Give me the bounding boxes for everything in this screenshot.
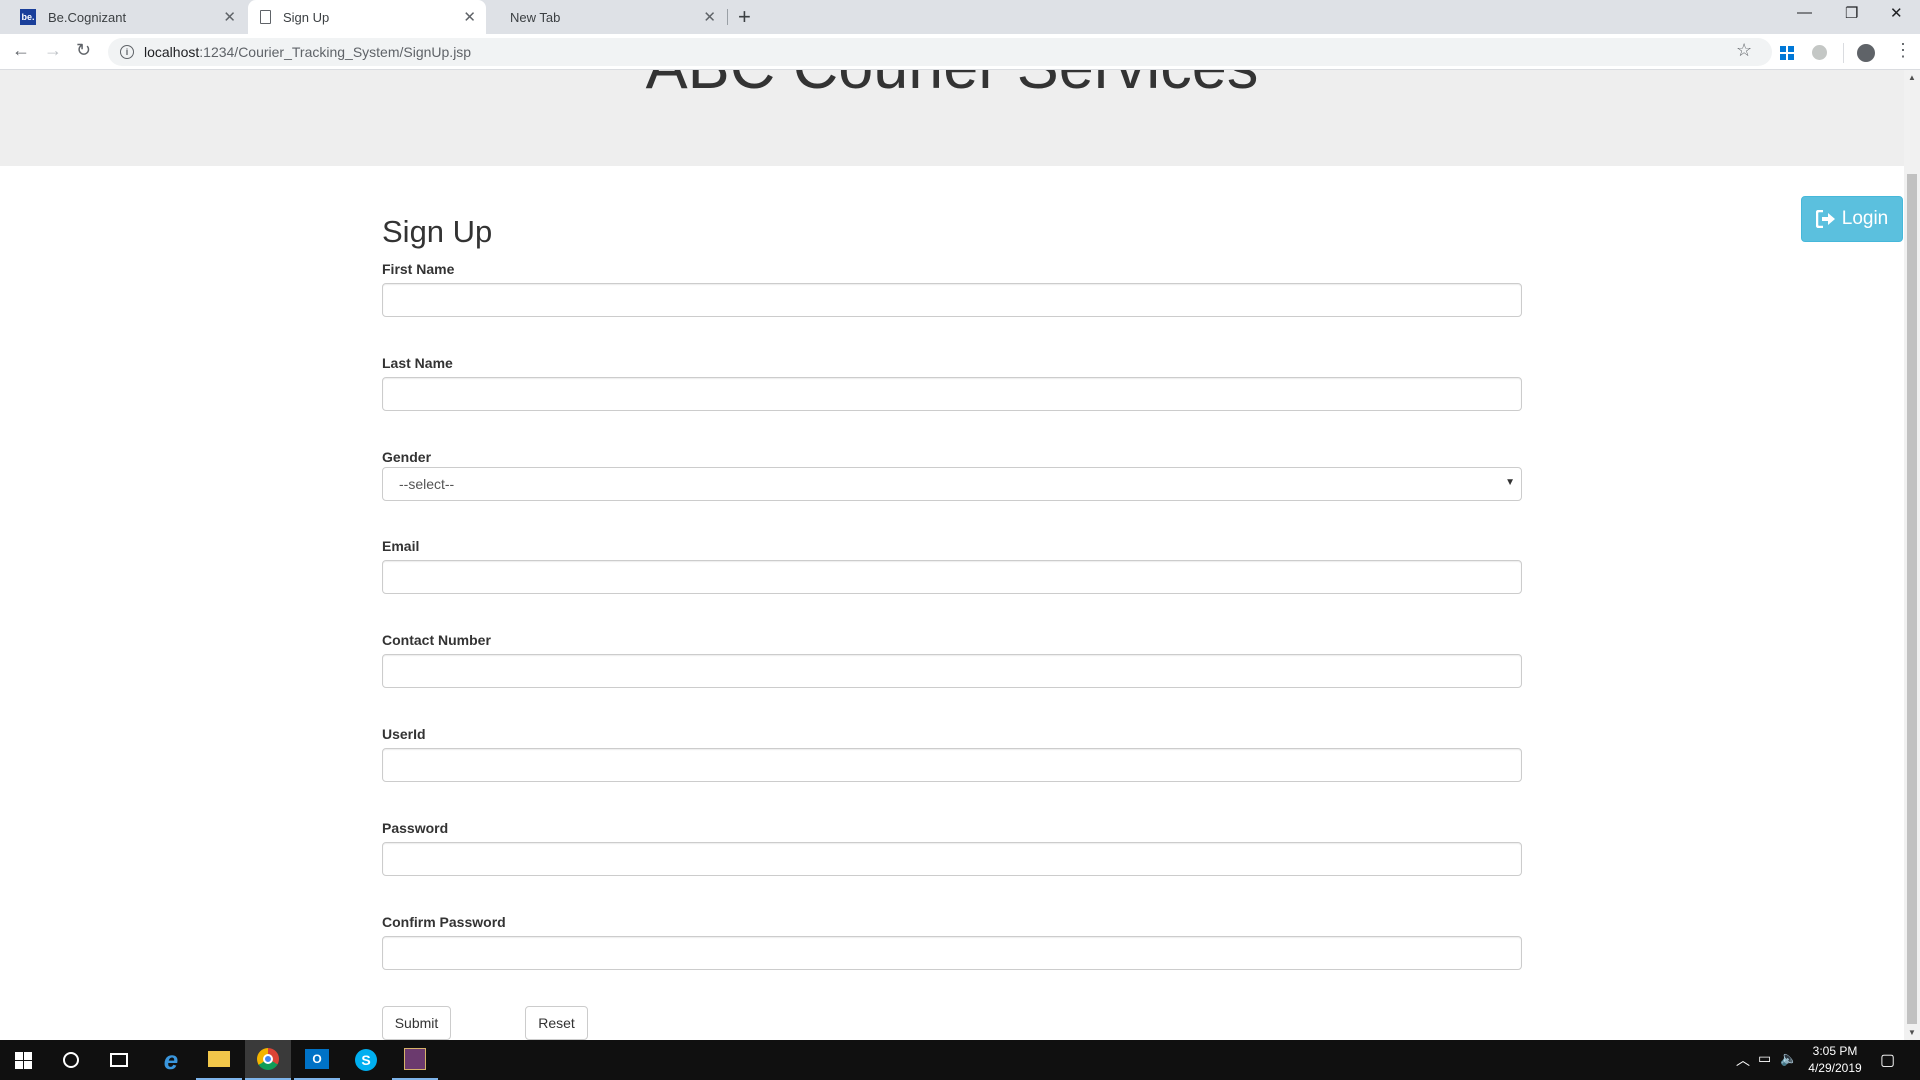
- tab-title: Be.Cognizant: [48, 9, 127, 25]
- task-view-icon[interactable]: [96, 1040, 142, 1080]
- new-tab-plus-icon[interactable]: +: [738, 4, 751, 30]
- tab-new-tab[interactable]: New Tab ✕: [488, 0, 726, 34]
- clock-date: 4/29/2019: [1808, 1061, 1862, 1075]
- sign-in-icon: [1815, 210, 1835, 228]
- skype-icon[interactable]: S: [343, 1040, 389, 1080]
- file-explorer-icon[interactable]: [196, 1040, 242, 1080]
- reload-icon[interactable]: ↻: [76, 40, 91, 61]
- last-name-field[interactable]: [382, 377, 1522, 411]
- cortana-search-icon[interactable]: [48, 1040, 94, 1080]
- reset-button[interactable]: Reset: [525, 1006, 588, 1040]
- submit-button[interactable]: Submit: [382, 1006, 451, 1040]
- edge-browser-icon[interactable]: e: [148, 1040, 194, 1080]
- site-title: ABC Courier Services: [0, 70, 1904, 99]
- page-title: Sign Up: [382, 214, 493, 249]
- toolbar-divider: [1843, 43, 1844, 63]
- userid-label: UserId: [382, 726, 426, 742]
- email-label: Email: [382, 538, 420, 554]
- login-label: Login: [1841, 208, 1889, 229]
- login-button[interactable]: Login: [1801, 196, 1903, 242]
- minimize-icon[interactable]: —: [1797, 4, 1812, 21]
- outlook-icon[interactable]: O: [294, 1040, 340, 1080]
- tab-be-cognizant[interactable]: be. Be.Cognizant ✕: [0, 0, 246, 34]
- password-label: Password: [382, 820, 449, 836]
- tab-title: New Tab: [510, 9, 561, 25]
- close-tab-icon[interactable]: ✕: [223, 8, 236, 26]
- page-scrollbar[interactable]: ▲ ▼: [1904, 70, 1920, 1040]
- restore-icon[interactable]: ❐: [1845, 4, 1858, 22]
- tab-title: Sign Up: [283, 9, 330, 25]
- be-cognizant-favicon-icon: be.: [20, 9, 36, 25]
- show-hidden-icons-chevron-icon[interactable]: ︿: [1736, 1050, 1750, 1070]
- tab-divider: [727, 9, 728, 25]
- close-tab-icon[interactable]: ✕: [703, 8, 716, 26]
- confirm-password-label: Confirm Password: [382, 914, 506, 930]
- url-host: localhost: [144, 44, 200, 60]
- page-viewport: ABC Courier Services Login Sign Up First…: [0, 70, 1904, 1040]
- menu-kebab-icon[interactable]: ⋮: [1894, 40, 1912, 61]
- scroll-thumb[interactable]: [1907, 174, 1917, 1024]
- bookmark-star-icon[interactable]: ☆: [1736, 40, 1752, 61]
- profile-avatar-icon[interactable]: [1857, 44, 1875, 62]
- page-favicon-icon: [260, 10, 271, 24]
- action-center-icon[interactable]: ▢: [1880, 1050, 1895, 1070]
- browser-tab-strip: be. Be.Cognizant ✕ Sign Up ✕ New Tab ✕ +…: [0, 0, 1920, 34]
- extension-circle-icon[interactable]: [1812, 45, 1827, 60]
- site-info-icon[interactable]: i: [120, 45, 134, 59]
- dropdown-caret-icon: ▼: [1505, 477, 1515, 488]
- scroll-down-arrow-icon[interactable]: ▼: [1908, 1028, 1916, 1037]
- windows-extension-icon[interactable]: [1780, 46, 1794, 60]
- taskbar-clock[interactable]: 3:05 PM 4/29/2019: [1790, 1043, 1880, 1077]
- email-field[interactable]: [382, 560, 1522, 594]
- tab-sign-up[interactable]: Sign Up ✕: [248, 0, 486, 34]
- gender-select[interactable]: --select-- ▼: [382, 467, 1522, 501]
- header-banner: ABC Courier Services: [0, 70, 1904, 166]
- app-icon[interactable]: [392, 1040, 438, 1080]
- last-name-label: Last Name: [382, 355, 453, 371]
- gender-selected-value: --select--: [399, 476, 455, 492]
- network-icon[interactable]: ▭: [1758, 1050, 1771, 1067]
- close-tab-icon[interactable]: ✕: [463, 8, 476, 26]
- first-name-field[interactable]: [382, 283, 1522, 317]
- url-path: :1234/Courier_Tracking_System/SignUp.jsp: [199, 44, 472, 60]
- forward-arrow-icon[interactable]: →: [44, 40, 62, 61]
- userid-field[interactable]: [382, 748, 1522, 782]
- first-name-label: First Name: [382, 261, 455, 277]
- clock-time: 3:05 PM: [1812, 1044, 1858, 1058]
- confirm-password-field[interactable]: [382, 936, 1522, 970]
- chrome-icon[interactable]: [245, 1040, 291, 1080]
- contact-number-label: Contact Number: [382, 632, 491, 648]
- password-field[interactable]: [382, 842, 1522, 876]
- windows-start-icon[interactable]: [0, 1040, 46, 1080]
- close-window-icon[interactable]: ✕: [1890, 4, 1903, 22]
- contact-number-field[interactable]: [382, 654, 1522, 688]
- gender-label: Gender: [382, 449, 432, 465]
- address-bar[interactable]: i localhost:1234/Courier_Tracking_System…: [108, 38, 1772, 66]
- back-arrow-icon[interactable]: ←: [12, 40, 30, 61]
- scroll-up-arrow-icon[interactable]: ▲: [1908, 73, 1916, 82]
